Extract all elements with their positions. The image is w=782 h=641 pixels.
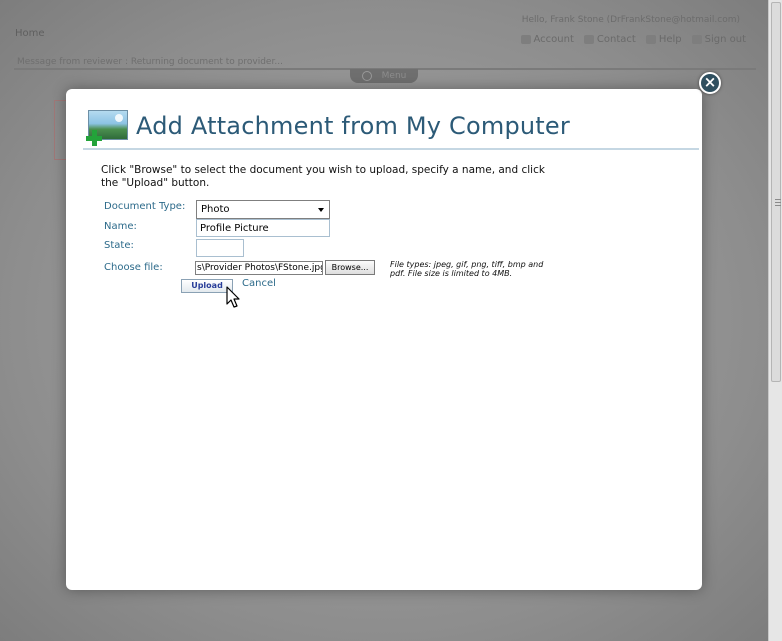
menu-tab: Menu — [350, 69, 418, 83]
add-image-icon — [86, 108, 130, 146]
plus-icon — [86, 130, 102, 146]
dialog-header: Add Attachment from My Computer — [86, 103, 684, 149]
close-icon[interactable]: × — [699, 72, 721, 94]
state-input[interactable] — [196, 239, 244, 257]
nav-contact: Contact — [583, 34, 636, 45]
scrollbar-thumb[interactable] — [771, 2, 781, 382]
document-type-label: Document Type: — [104, 201, 186, 212]
vertical-scrollbar[interactable] — [768, 0, 782, 641]
instructions-text: Click "Browse" to select the document yo… — [101, 164, 545, 189]
user-icon — [691, 35, 702, 44]
mouse-pointer-icon — [226, 286, 240, 308]
home-link: Home — [15, 28, 45, 39]
state-label: State: — [104, 240, 134, 251]
nav-account: Account — [520, 34, 574, 45]
help-icon — [645, 35, 656, 44]
cancel-link[interactable]: Cancel — [242, 278, 276, 289]
file-path-input[interactable]: s\Provider Photos\FStone.jpg — [195, 261, 323, 275]
attachment-dialog: Add Attachment from My Computer Click "B… — [66, 89, 702, 590]
file-types-note: File types: jpeg, gif, png, tiff, bmp an… — [390, 260, 544, 278]
browse-button[interactable]: Browse... — [325, 260, 375, 275]
nav-sign-out: Sign out — [691, 34, 746, 45]
greeting-text: Hello, Frank Stone (DrFrankStone@hotmail… — [521, 15, 740, 25]
reviewer-message: Message from reviewer : Returning docume… — [17, 57, 283, 67]
nav-help: Help — [645, 34, 682, 45]
chevron-down-icon — [318, 208, 324, 212]
document-type-select[interactable]: Photo — [196, 200, 330, 219]
menu-toggle-icon — [361, 70, 372, 81]
top-nav: Account Contact Help Sign out — [520, 34, 746, 45]
dialog-title: Add Attachment from My Computer — [136, 112, 570, 140]
name-label: Name: — [104, 221, 137, 232]
scrollbar-grip-icon — [775, 199, 781, 207]
title-divider — [83, 148, 699, 150]
account-icon — [520, 35, 531, 44]
document-type-value: Photo — [201, 204, 230, 215]
choose-file-label: Choose file: — [104, 262, 163, 273]
contact-icon — [583, 35, 594, 44]
name-input[interactable]: Profile Picture — [196, 219, 330, 237]
